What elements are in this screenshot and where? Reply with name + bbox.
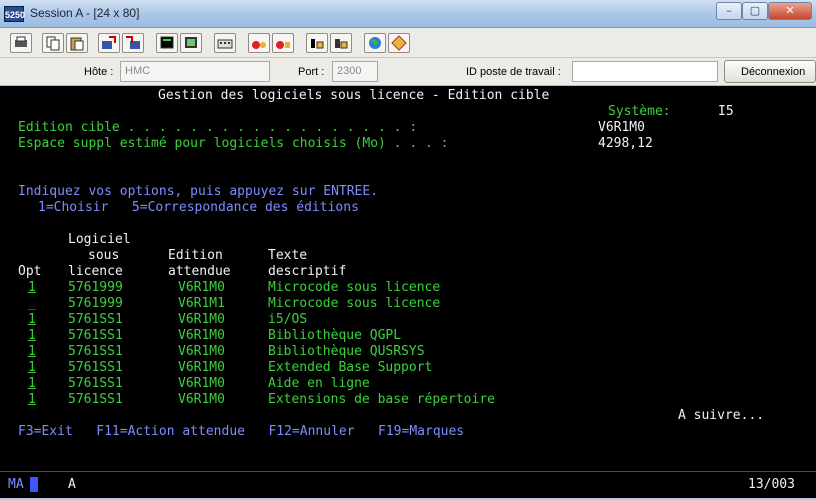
status-indicator: A [68,477,76,492]
row-edition: V6R1M0 [178,312,225,327]
space-label: Espace suppl estimé pour logiciels chois… [18,136,449,151]
row-opt[interactable]: 1 [28,280,36,296]
title-bar: 5250 Session A - [24 x 80] – ▢ ✕ [0,0,816,28]
row-text: i5/OS [268,312,308,327]
row-text: Extended Base Support [268,360,433,375]
help-icon[interactable] [388,33,410,53]
row-product: 5761SS1 [68,344,123,359]
row-product: 5761SS1 [68,312,123,327]
receive-file-icon[interactable] [122,33,144,53]
row-opt[interactable]: 1 [28,344,36,360]
workstation-field[interactable] [572,61,718,82]
keyboard-cursor [30,477,38,492]
header-licence-3: licence [68,264,123,279]
toolbar [0,28,816,58]
target-edition-value: V6R1M0 [598,120,645,135]
row-edition: V6R1M0 [178,360,225,375]
play-macro-icon[interactable] [272,33,294,53]
copy-icon[interactable] [42,33,64,53]
terminal-screen[interactable]: Gestion des logiciels sous licence - Edi… [8,87,808,470]
display-icon[interactable] [156,33,178,53]
workstation-label: ID poste de travail : [466,66,561,78]
row-text: Bibliothèque QGPL [268,328,402,343]
minimize-button[interactable]: – [716,2,742,20]
more-indicator: A suivre... [678,408,765,423]
row-product: 5761SS1 [68,328,123,343]
row-text: Aide en ligne [268,376,370,391]
row-text: Microcode sous licence [268,280,441,295]
globe-icon[interactable] [364,33,386,53]
function-keys[interactable]: F3=Exit F11=Action attendue F12=Annuler … [18,424,464,440]
row-opt[interactable]: 1 [28,376,36,392]
header-licence-2: sous [88,248,120,263]
record-icon[interactable] [248,33,270,53]
row-opt[interactable]: 1 [28,392,36,408]
row-product: 5761SS1 [68,360,123,375]
row-text: Extensions de base répertoire [268,392,495,407]
row-product: 5761SS1 [68,376,123,391]
macro-icon[interactable] [214,33,236,53]
instructions: Indiquez vos options, puis appuyez sur E… [18,184,379,199]
send-file-icon[interactable] [98,33,120,53]
keypad-icon[interactable] [180,33,202,53]
header-licence-1: Logiciel [68,232,131,247]
space-value: 4298,12 [598,136,653,151]
status-line: MA A 13/003 [0,471,816,498]
header-edition-2: attendue [168,264,231,279]
row-opt[interactable]: 1 [28,360,36,376]
target-edition-label: Edition cible . . . . . . . . . . . . . … [18,120,418,135]
connection-bar: Hôte : HMC Port : 2300 ID poste de trava… [0,58,816,86]
options-legend: 1=Choisir 5=Correspondance des éditions [38,200,359,215]
terminal-right-margin [808,87,816,470]
row-product: 5761999 [68,296,123,311]
disconnect-button[interactable]: Déconnexion [724,60,816,83]
stop-macro-icon[interactable] [306,33,328,53]
port-field[interactable]: 2300 [332,61,378,82]
system-label: Système: [608,104,671,119]
app-icon: 5250 [4,6,25,22]
row-opt[interactable]: _ [28,296,36,312]
window-title: Session A - [24 x 80] [30,6,140,20]
row-opt[interactable]: 1 [28,312,36,328]
host-label: Hôte : [84,66,114,78]
row-edition: V6R1M0 [178,376,225,391]
row-product: 5761SS1 [68,392,123,407]
header-opt: Opt [18,264,42,279]
row-opt[interactable]: 1 [28,328,36,344]
screen-title: Gestion des logiciels sous licence - Edi… [158,88,550,103]
row-edition: V6R1M0 [178,392,225,407]
row-edition: V6R1M1 [178,296,225,311]
row-text: Microcode sous licence [268,296,441,311]
system-value: I5 [718,104,734,119]
status-mode: MA [8,477,24,492]
close-button[interactable]: ✕ [768,2,812,20]
row-product: 5761999 [68,280,123,295]
row-text: Bibliothèque QUSRSYS [268,344,425,359]
host-field[interactable]: HMC [120,61,270,82]
row-edition: V6R1M0 [178,280,225,295]
row-edition: V6R1M0 [178,344,225,359]
cursor-position: 13/003 [748,477,795,492]
paste-icon[interactable] [66,33,88,53]
print-screen-icon[interactable] [10,33,32,53]
row-edition: V6R1M0 [178,328,225,343]
header-edition-1: Edition [168,248,223,263]
header-texte-2: descriptif [268,264,347,279]
stop-record-icon[interactable] [330,33,352,53]
header-texte-1: Texte [268,248,308,263]
port-label: Port : [298,66,325,78]
maximize-button[interactable]: ▢ [742,2,768,20]
